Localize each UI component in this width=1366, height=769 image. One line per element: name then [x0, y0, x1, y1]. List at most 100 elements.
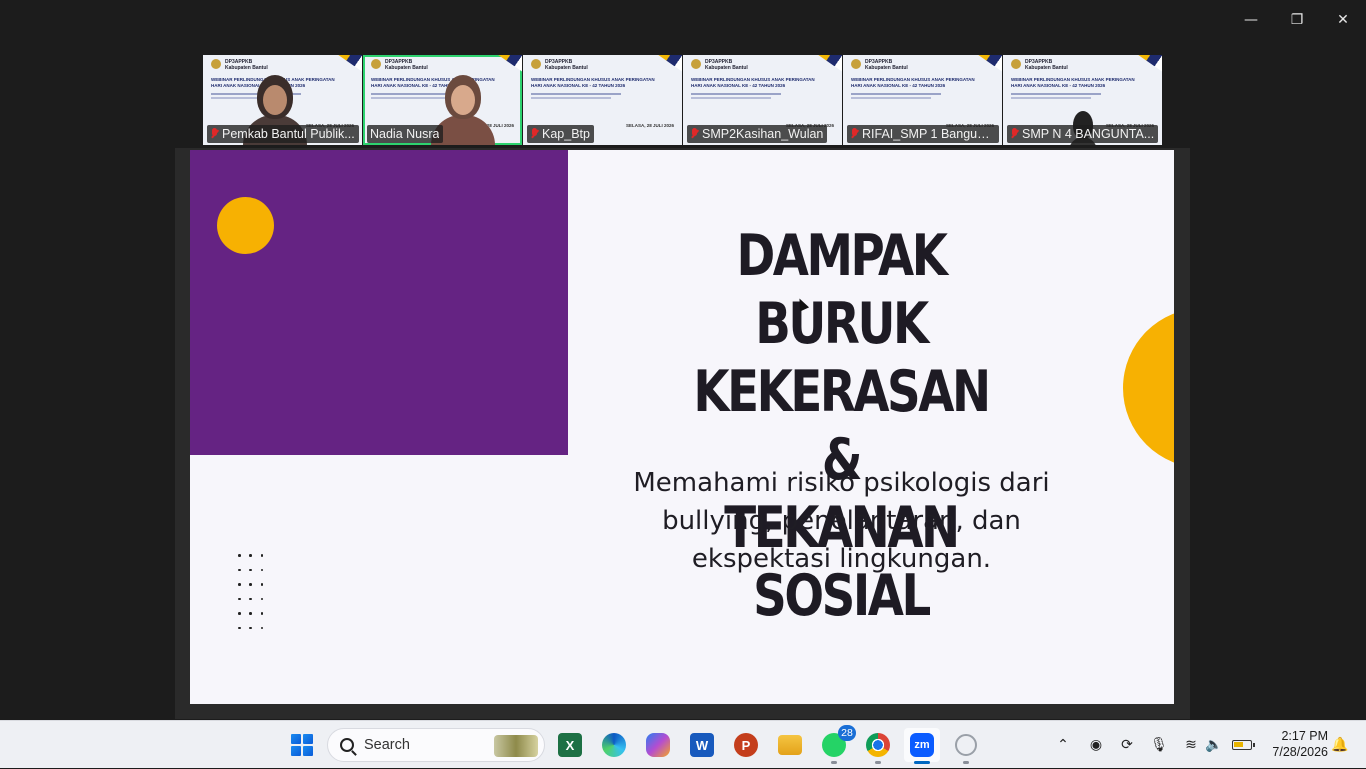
- sync-icon[interactable]: ⟳: [1115, 721, 1139, 769]
- taskbar-app-file-explorer[interactable]: [772, 728, 808, 762]
- thumbnail-line: [851, 93, 941, 95]
- taskbar-app-other[interactable]: [948, 728, 984, 764]
- mic-muted-icon: [530, 128, 538, 140]
- decorative-dot: [260, 626, 264, 630]
- restore-button[interactable]: ❐: [1274, 0, 1320, 40]
- participant-name-tag: SMP N 4 BANGUNTA...: [1007, 125, 1159, 143]
- participant-tile[interactable]: DP3APPKB Kabupaten Bantul WEBINAR PERLINDU…: [363, 55, 522, 145]
- taskbar-app-whatsapp[interactable]: 28: [816, 725, 856, 764]
- yellow-circle: [217, 197, 274, 254]
- search-label: Search: [364, 737, 410, 753]
- participant-tile[interactable]: DP3APPKB Kabupaten Bantul WEBINAR PERLINDU…: [1003, 55, 1162, 145]
- thumbnail-decoration: [1131, 55, 1162, 74]
- search-highlight-image: [494, 735, 538, 757]
- clock-time: 2:17 PM: [1281, 729, 1328, 743]
- thumbnail-line: [691, 93, 781, 95]
- taskbar-clock[interactable]: 2:17 PM 7/28/2026: [1262, 728, 1328, 760]
- running-indicator: [914, 761, 930, 764]
- thumbnail-title: WEBINAR PERLINDUNGAN KHUSUS ANAK PERINGA…: [691, 77, 815, 88]
- volume-icon[interactable]: 🔈: [1203, 721, 1225, 769]
- thumbnail-line: [531, 97, 611, 99]
- start-button[interactable]: [284, 728, 320, 762]
- org-logo-icon: [691, 59, 701, 69]
- show-hidden-icons-chevron-up-icon[interactable]: ⌃: [1052, 721, 1074, 769]
- participant-name-tag: Nadia Nusra: [367, 125, 444, 143]
- excel-icon: X: [558, 733, 582, 757]
- thumbnail-org: DP3APPKB Kabupaten Bantul: [705, 59, 748, 71]
- minimize-button[interactable]: —: [1228, 0, 1274, 40]
- thumbnail-org: DP3APPKB Kabupaten Bantul: [225, 59, 268, 71]
- decorative-dot: [238, 626, 241, 630]
- participant-name: SMP2Kasihan_Wulan: [702, 127, 824, 141]
- zoom-meeting-window: — ❐ ✕ DP3APPKB Kabupaten Bantul WEBINAR PE…: [0, 0, 1366, 720]
- participant-tile[interactable]: DP3APPKB Kabupaten Bantul WEBINAR PERLINDU…: [203, 55, 362, 145]
- running-indicator: [963, 761, 969, 764]
- yellow-half-circle: [1123, 308, 1174, 468]
- decorative-dot: [238, 554, 241, 557]
- clock-date: 7/28/2026: [1272, 745, 1328, 759]
- notification-bell-icon[interactable]: 🔔: [1330, 721, 1350, 769]
- taskbar-app-chrome[interactable]: [860, 728, 896, 764]
- copilot-icon: [646, 733, 670, 757]
- decorative-dot: [249, 568, 252, 572]
- participant-name-tag: SMP2Kasihan_Wulan: [687, 125, 828, 143]
- decorative-dot: [260, 583, 264, 586]
- mic-muted-icon: [690, 128, 698, 140]
- notification-badge: 28: [838, 725, 856, 741]
- thumbnail-decoration: [811, 55, 842, 74]
- thumbnail-title: WEBINAR PERLINDUNGAN KHUSUS ANAK PERINGA…: [531, 77, 655, 88]
- decorative-dot: [249, 626, 252, 630]
- mic-muted-icon: [210, 128, 218, 140]
- thumbnail-org: DP3APPKB Kabupaten Bantul: [385, 59, 428, 71]
- participant-name: RIFAI_SMP 1 Banguntan...: [862, 127, 995, 141]
- slide-subtitle-line: ekspektasi lingkungan.: [691, 544, 992, 574]
- org-logo-icon: [531, 59, 541, 69]
- taskbar-app-excel[interactable]: X: [552, 728, 588, 762]
- decorative-dot: [238, 568, 241, 572]
- folder-icon: [778, 735, 802, 755]
- thumbnail-decoration: [971, 55, 1002, 74]
- thumbnail-line: [531, 93, 621, 95]
- running-indicator: [831, 761, 837, 764]
- decorative-dot: [260, 554, 264, 557]
- decorative-dot: [260, 612, 264, 615]
- slide-title-line: DAMPAK BURUK: [736, 223, 948, 357]
- taskbar-app-edge[interactable]: [596, 728, 632, 762]
- thumbnail-decoration: [331, 55, 362, 74]
- org-logo-icon: [1011, 59, 1021, 69]
- participant-tile[interactable]: DP3APPKB Kabupaten Bantul WEBINAR PERLINDU…: [523, 55, 682, 145]
- taskbar-app-copilot[interactable]: [640, 728, 676, 762]
- thumbnail-org: DP3APPKB Kabupaten Bantul: [1025, 59, 1068, 71]
- participant-name: SMP N 4 BANGUNTA...: [1022, 127, 1155, 141]
- participant-name: Nadia Nusra: [370, 127, 440, 141]
- org-logo-icon: [211, 59, 221, 69]
- mic-muted-icon: [1010, 128, 1018, 140]
- thumbnail-title: WEBINAR PERLINDUNGAN KHUSUS ANAK PERINGA…: [1011, 77, 1135, 88]
- thumbnail-decoration: [651, 55, 682, 74]
- taskbar: Search X W P 28 zm ⌃ ◉ ⟳ 🎙 ≋ 🔈 2:17 PM 7…: [0, 720, 1366, 768]
- dot-grid: [238, 554, 272, 630]
- tray-app-icon[interactable]: ◉: [1085, 721, 1107, 769]
- wifi-icon[interactable]: ≋: [1180, 721, 1202, 769]
- slide-subtitle: Memahami risiko psikologis dari bullying…: [608, 464, 1075, 578]
- slide-subtitle-line: bullying, penelantaran, dan: [662, 506, 1021, 536]
- battery-icon[interactable]: [1230, 721, 1255, 769]
- microphone-icon[interactable]: 🎙: [1148, 721, 1170, 769]
- thumbnail-org: DP3APPKB Kabupaten Bantul: [545, 59, 588, 71]
- taskbar-app-powerpoint[interactable]: P: [728, 728, 764, 762]
- slide-subtitle-line: Memahami risiko psikologis dari: [633, 468, 1050, 498]
- decorative-dot: [238, 612, 241, 615]
- taskbar-app-word[interactable]: W: [684, 728, 720, 762]
- close-button[interactable]: ✕: [1320, 0, 1366, 40]
- taskbar-app-zoom[interactable]: zm: [904, 728, 940, 764]
- participant-name-tag: Pemkab Bantul Publik...: [207, 125, 359, 143]
- participant-strip: DP3APPKB Kabupaten Bantul WEBINAR PERLINDU…: [203, 55, 1163, 145]
- decorative-dot: [260, 568, 264, 572]
- participant-tile[interactable]: DP3APPKB Kabupaten Bantul WEBINAR PERLINDU…: [683, 55, 842, 145]
- decorative-dot: [238, 583, 241, 586]
- taskbar-search[interactable]: Search: [327, 728, 545, 762]
- chrome-icon: [866, 733, 890, 757]
- zoom-icon: zm: [910, 733, 934, 757]
- participant-tile[interactable]: DP3APPKB Kabupaten Bantul WEBINAR PERLINDU…: [843, 55, 1002, 145]
- decorative-dot: [249, 554, 252, 557]
